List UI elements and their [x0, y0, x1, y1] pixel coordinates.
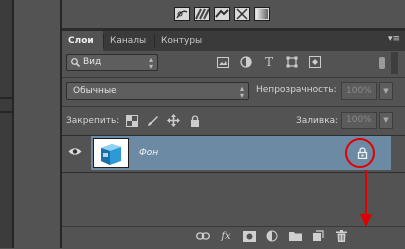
left-toolstrip	[0, 0, 12, 248]
blend-mode-select[interactable]: Обычные ▴ ▾	[66, 82, 249, 100]
bottom-icons: fx	[196, 229, 348, 243]
fill-input[interactable]: 100%	[341, 112, 377, 129]
tab-layers[interactable]: Слои	[62, 31, 103, 51]
eye-icon[interactable]	[68, 147, 82, 156]
row-separator	[62, 106, 405, 107]
strip-divider	[0, 111, 12, 113]
row-separator	[62, 77, 405, 78]
side-column	[14, 0, 60, 248]
tab-label: Контуры	[161, 36, 203, 46]
smart-object-filter-icon[interactable]	[308, 55, 322, 69]
tab-paths[interactable]: Контуры	[155, 31, 211, 51]
strip-divider	[0, 97, 12, 99]
opacity-input[interactable]: 100%	[341, 82, 377, 100]
top-icon-group	[174, 7, 270, 21]
lock-icons	[125, 114, 201, 127]
scrollbar[interactable]	[391, 52, 398, 74]
pattern-icon[interactable]	[214, 7, 230, 21]
spin-arrows-icon: ▴ ▾	[239, 84, 244, 100]
filter-label: Вид	[83, 57, 102, 67]
group-folder-icon[interactable]	[288, 229, 302, 243]
stripes-icon[interactable]	[194, 7, 210, 21]
tab-channels[interactable]: Каналы	[104, 31, 154, 51]
highlight-circle	[345, 138, 375, 168]
lock-label: Закрепить:	[66, 116, 120, 126]
type-filter-icon[interactable]: T	[262, 55, 276, 69]
panel-menu-icon[interactable]: ▾≡	[388, 34, 400, 44]
shape-filter-icon[interactable]	[285, 55, 299, 69]
layer-thumbnail[interactable]	[93, 138, 129, 168]
layer-name[interactable]: Фон	[139, 148, 158, 158]
panel-tabs: Слои Каналы Контуры	[62, 31, 405, 51]
lock-all-icon[interactable]	[188, 114, 201, 127]
new-layer-icon[interactable]	[311, 229, 325, 243]
blend-mode-label: Обычные	[73, 86, 117, 96]
lock-position-icon[interactable]	[167, 114, 180, 127]
cross-icon[interactable]	[234, 7, 250, 21]
tab-label: Слои	[68, 36, 94, 46]
chevron-down-icon[interactable]: ▼	[379, 112, 393, 129]
chevron-down-icon[interactable]: ▼	[379, 82, 393, 100]
lock-image-icon[interactable]	[146, 114, 159, 127]
layer-filter-select[interactable]: Вид ▴ ▾	[66, 54, 158, 71]
arrow-annotation-icon	[360, 170, 372, 227]
lock-transparent-icon[interactable]	[125, 114, 138, 127]
spin-arrows-icon: ▴ ▾	[148, 55, 153, 71]
fx-icon[interactable]: fx	[219, 229, 233, 243]
gradient-icon[interactable]	[254, 7, 270, 21]
link-icon[interactable]	[196, 229, 210, 243]
search-icon	[71, 58, 80, 70]
adjustment-filter-icon[interactable]	[239, 55, 253, 69]
filter-toggle[interactable]	[379, 57, 385, 69]
opacity-label: Непрозрачность:	[256, 85, 337, 95]
trash-icon[interactable]	[334, 229, 348, 243]
image-filter-icon[interactable]	[216, 55, 230, 69]
filter-icons: T	[216, 55, 322, 69]
adjustment-layer-icon[interactable]	[265, 229, 279, 243]
tab-label: Каналы	[110, 36, 147, 46]
fill-label: Заливка:	[296, 116, 339, 126]
swatch-icon[interactable]	[174, 7, 190, 21]
mask-icon[interactable]	[242, 229, 256, 243]
